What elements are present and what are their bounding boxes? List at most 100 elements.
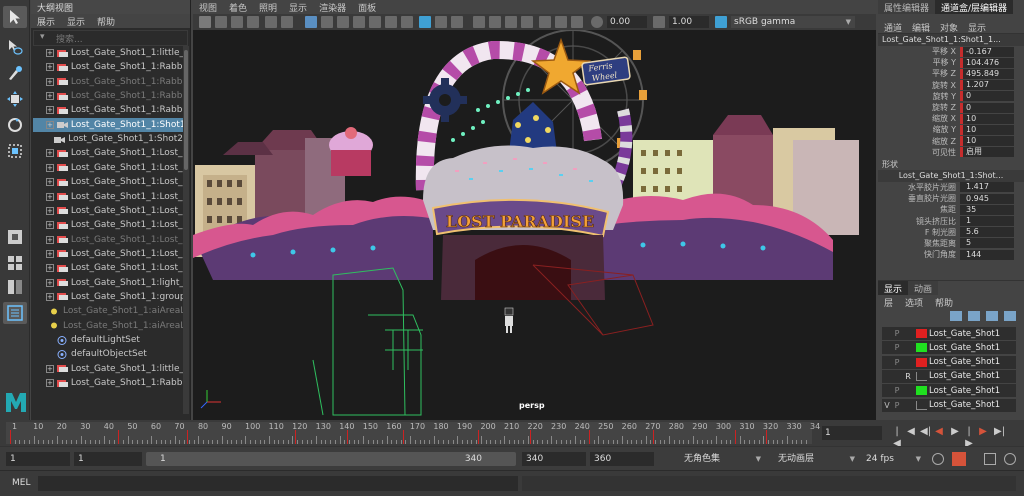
settings-icon[interactable] <box>1004 453 1016 465</box>
outliner-item[interactable]: defaultLightSet <box>33 333 183 347</box>
cb-attribute-row[interactable]: 平移 Y 104.476 <box>878 57 1024 68</box>
step-back-frame-icon[interactable]: ◀| <box>920 426 931 438</box>
expand-icon[interactable]: + <box>46 292 54 301</box>
go-to-start-icon[interactable]: |◀ <box>892 426 902 449</box>
cb-attribute-value[interactable]: 144 <box>960 249 1014 260</box>
expand-icon[interactable]: + <box>46 63 54 72</box>
play-forwards-icon[interactable]: ▶ <box>950 426 960 438</box>
cb-attribute-row[interactable]: 缩放 X 10 <box>878 113 1024 124</box>
resolution-gate-icon[interactable] <box>281 16 293 28</box>
layer-menu-layers[interactable]: 层 <box>884 296 893 309</box>
cb-attribute-value[interactable]: 5 <box>960 238 1014 249</box>
play-backwards-icon[interactable]: ◀ <box>934 426 944 438</box>
expand-icon[interactable]: + <box>46 221 54 230</box>
layer-row[interactable]: P Lost_Gate_Shot1 <box>882 355 1016 369</box>
layer-playback-toggle[interactable]: P <box>892 401 902 410</box>
keyframe-tick[interactable] <box>294 430 296 444</box>
outliner-item[interactable]: + Lost_Gate_Shot1_1:Rabbit_l <box>33 89 183 103</box>
viewport-menu-lighting[interactable]: 照明 <box>259 1 277 14</box>
layer-menu-options[interactable]: 选项 <box>905 296 923 309</box>
viewport-menu-renderer[interactable]: 渲染器 <box>319 1 346 14</box>
layer-menu-help[interactable]: 帮助 <box>935 296 953 309</box>
outliner-item[interactable]: + Lost_Gate_Shot1_1:Lost_Ga <box>33 146 183 160</box>
outliner-item[interactable]: + Lost_Gate_Shot1_1:Rabbit_l <box>33 103 183 117</box>
cb-attribute-value[interactable]: 104.476 <box>960 57 1014 68</box>
expand-icon[interactable]: + <box>46 264 54 273</box>
expand-icon[interactable]: + <box>46 163 54 172</box>
outliner-scrollbar[interactable] <box>183 46 189 414</box>
outliner-item[interactable]: + Lost_Gate_Shot1_1:Lost_Ga <box>33 204 183 218</box>
cb-attribute-value[interactable]: 10 <box>960 113 1014 124</box>
step-forward-key-icon[interactable]: ▶ <box>978 426 988 438</box>
new-layer-from-selection-icon[interactable] <box>1004 311 1016 321</box>
cb-menu-object[interactable]: 对象 <box>940 21 958 34</box>
expand-icon[interactable]: + <box>46 149 54 158</box>
gamma-icon[interactable] <box>653 16 665 28</box>
anim-preferences-icon[interactable] <box>984 453 996 465</box>
keyframe-tick[interactable] <box>346 430 348 444</box>
outliner-item[interactable]: + Lost_Gate_Shot1_1:Lost_Ga <box>33 218 183 232</box>
outliner-item[interactable]: Lost_Gate_Shot1_1:aiAreaLi <box>33 304 183 318</box>
cb-attribute-value[interactable]: 0 <box>960 91 1014 102</box>
cb-attribute-value[interactable]: 1.207 <box>960 80 1014 91</box>
cb-shape-attribute-row[interactable]: 水平胶片光圈 1.417 <box>878 182 1024 193</box>
playback-end-field[interactable]: 340 <box>522 452 586 466</box>
animation-start-field[interactable]: 1 <box>6 452 70 466</box>
outliner-item[interactable]: + Lost_Gate_Shot1_1:little_bo <box>33 46 183 60</box>
go-to-end-icon[interactable]: ▶| <box>994 426 1005 438</box>
xray-icon[interactable] <box>435 16 447 28</box>
scale-tool-icon[interactable] <box>3 140 27 162</box>
layer-playback-toggle[interactable]: P <box>892 386 902 395</box>
layer-color-swatch[interactable] <box>916 386 927 396</box>
layer-color-swatch[interactable] <box>916 329 927 338</box>
ambient-occlusion-icon[interactable] <box>473 16 485 28</box>
exposure-field[interactable]: 0.00 <box>607 16 647 28</box>
cb-shape-attribute-row[interactable]: 垂直胶片光圈 0.945 <box>878 193 1024 204</box>
playback-start-field[interactable]: 1 <box>74 452 142 466</box>
time-ruler[interactable]: 1 10 20 30 40 50 60 70 80 90 100 110 120 130 140 150 160… <box>6 422 820 444</box>
cb-shape-attribute-row[interactable]: 焦距 35 <box>878 204 1024 215</box>
keyframe-tick[interactable] <box>478 430 480 444</box>
expand-icon[interactable]: + <box>46 192 54 201</box>
tab-attribute-editor[interactable]: 属性编辑器 <box>878 0 936 14</box>
keyframe-tick[interactable] <box>186 430 188 444</box>
cb-attribute-value[interactable]: 0 <box>960 102 1014 113</box>
lasso-tool-icon[interactable] <box>3 36 27 58</box>
keyframe-tick[interactable] <box>10 430 11 444</box>
view-transform-dropdown[interactable]: sRGB gamma ▼ <box>731 16 855 28</box>
outliner-item[interactable]: + Lost_Gate_Shot1_1:Rabbit_l <box>33 75 183 89</box>
depth-of-field-icon[interactable] <box>521 16 533 28</box>
outliner-item[interactable]: + Lost_Gate_Shot1_1:little_bo <box>33 362 183 376</box>
expand-icon[interactable]: + <box>46 278 54 287</box>
outliner-search-field[interactable]: ▾ 搜索... <box>33 30 188 46</box>
viewport-menu-shading[interactable]: 着色 <box>229 1 247 14</box>
keyframe-tick[interactable] <box>735 430 737 444</box>
character-set-dropdown[interactable]: 无角色集 ▼ <box>680 452 764 466</box>
film-gate-icon[interactable] <box>265 16 277 28</box>
cb-attribute-value[interactable]: 5.6 <box>960 227 1014 238</box>
cb-menu-channels[interactable]: 通道 <box>884 21 902 34</box>
expand-icon[interactable]: + <box>46 178 54 187</box>
camera-manipulators-icon[interactable] <box>571 16 583 28</box>
outliner-item[interactable]: + Lost_Gate_Shot1_1:Lost_Ga <box>33 233 183 247</box>
expand-icon[interactable]: + <box>46 206 54 215</box>
keyframe-tick[interactable] <box>118 430 120 444</box>
keyframe-tick[interactable] <box>765 430 767 444</box>
layer-playback-toggle[interactable]: P <box>892 358 902 367</box>
expand-icon[interactable]: + <box>46 77 54 86</box>
outliner-item[interactable]: + Lost_Gate_Shot1_1:Lost_Ga <box>33 190 183 204</box>
layer-color-swatch[interactable] <box>916 371 927 381</box>
hud-icon[interactable] <box>539 16 551 28</box>
cb-shape-attribute-row[interactable]: 镜头挤压比 1 <box>878 215 1024 227</box>
cb-attribute-row[interactable]: 平移 X -0.167 <box>878 46 1024 57</box>
layer-row[interactable]: P Lost_Gate_Shot1 <box>882 384 1016 398</box>
cb-attribute-row[interactable]: 旋转 X 1.207 <box>878 80 1024 91</box>
layer-playback-toggle[interactable]: P <box>892 329 902 338</box>
layer-row[interactable]: P Lost_Gate_Shot1 <box>882 341 1016 355</box>
select-tool-icon[interactable] <box>3 6 27 28</box>
outliner-item[interactable]: Lost_Gate_Shot1_1:aiAreaLi <box>33 319 183 333</box>
viewport-menu-show[interactable]: 显示 <box>289 1 307 14</box>
outliner-menu-help[interactable]: 帮助 <box>97 15 115 28</box>
tab-display-layers[interactable]: 显示 <box>878 281 909 295</box>
cb-attribute-value[interactable]: 启用 <box>960 147 1014 158</box>
